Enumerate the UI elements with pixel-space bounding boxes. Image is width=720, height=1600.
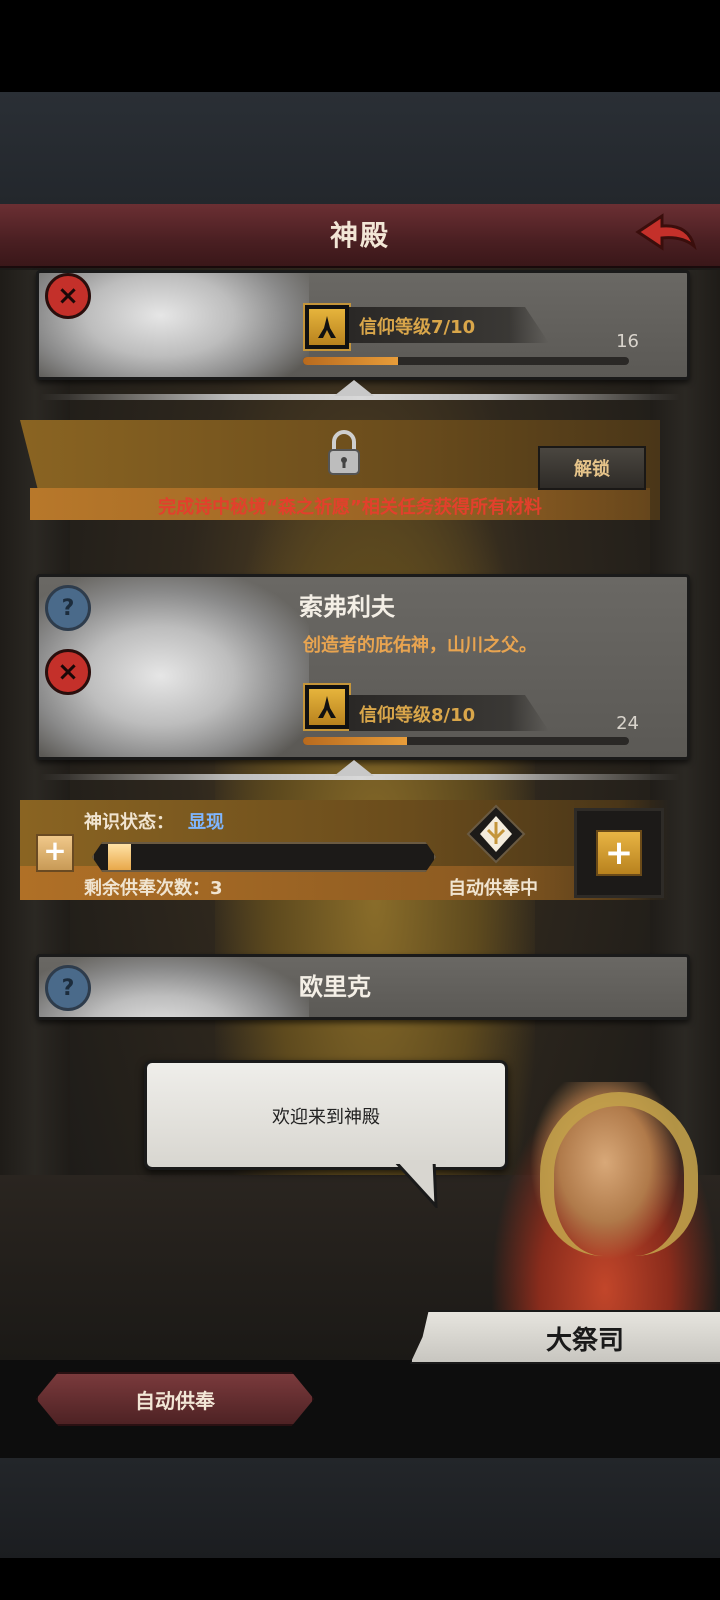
faith-hands-icon [303, 303, 351, 351]
close-x-icon[interactable]: × [45, 649, 91, 695]
faith-level-text: 信仰等级8/10 [359, 705, 476, 726]
faith-progress-bar [303, 737, 629, 745]
lock-icon [328, 430, 360, 475]
faith-points: 24 [616, 713, 639, 734]
divider-arrow-icon [334, 380, 374, 396]
deity-card-1[interactable]: × 信仰等级7/10 16 [36, 270, 690, 380]
question-icon[interactable]: ? [45, 585, 91, 631]
deity-description: 创造者的庇佑神，山川之父。 [303, 635, 537, 656]
divine-progress-bar [92, 842, 436, 872]
back-arrow-icon[interactable] [634, 212, 698, 258]
top-wall [0, 92, 720, 204]
faith-hands-icon [303, 683, 351, 731]
auto-offer-button[interactable]: 自动供奉 [36, 1372, 314, 1426]
remaining-offerings: 剩余供奉次数：3 [84, 878, 223, 899]
bottom-wall [0, 1458, 720, 1558]
plus-icon: + [596, 830, 642, 876]
deity-name: 欧里克 [299, 973, 371, 1001]
unlock-requirement: 完成诗中秘境“森之祈愿”相关任务获得所有材料 [158, 497, 542, 518]
dialog-text: 欢迎来到神殿 [272, 1107, 380, 1128]
divine-status-value: 显现 [188, 812, 224, 833]
speech-bubble: 欢迎来到神殿 [144, 1060, 508, 1170]
speech-tail [390, 1160, 446, 1208]
faith-points: 16 [616, 331, 639, 352]
question-icon[interactable]: ? [45, 965, 91, 1011]
add-divine-button[interactable]: + [36, 834, 74, 872]
header-bar: 神殿 [0, 204, 720, 268]
page-title: 神殿 [329, 220, 390, 251]
close-x-icon[interactable]: × [45, 273, 91, 319]
auto-offering-status: 自动供奉中 [448, 878, 538, 899]
high-priest-hair [540, 1092, 698, 1256]
deity-card-2[interactable]: ? × 索弗利夫 创造者的庇佑神，山川之父。 信仰等级8/10 24 [36, 574, 690, 760]
unlock-button[interactable]: 解锁 [538, 446, 646, 490]
faith-progress-bar [303, 357, 629, 365]
faith-level-text: 信仰等级7/10 [359, 317, 476, 338]
divine-status-label: 神识状态： [84, 812, 174, 833]
temple-emblem-icon[interactable] [466, 804, 526, 864]
speaker-name: 大祭司 [545, 1326, 624, 1356]
divider-arrow-icon [334, 760, 374, 776]
deity-card-3[interactable]: ? 欧里克 [36, 954, 690, 1020]
add-offering-button[interactable]: + [574, 808, 664, 898]
deity-name: 索弗利夫 [299, 593, 395, 621]
